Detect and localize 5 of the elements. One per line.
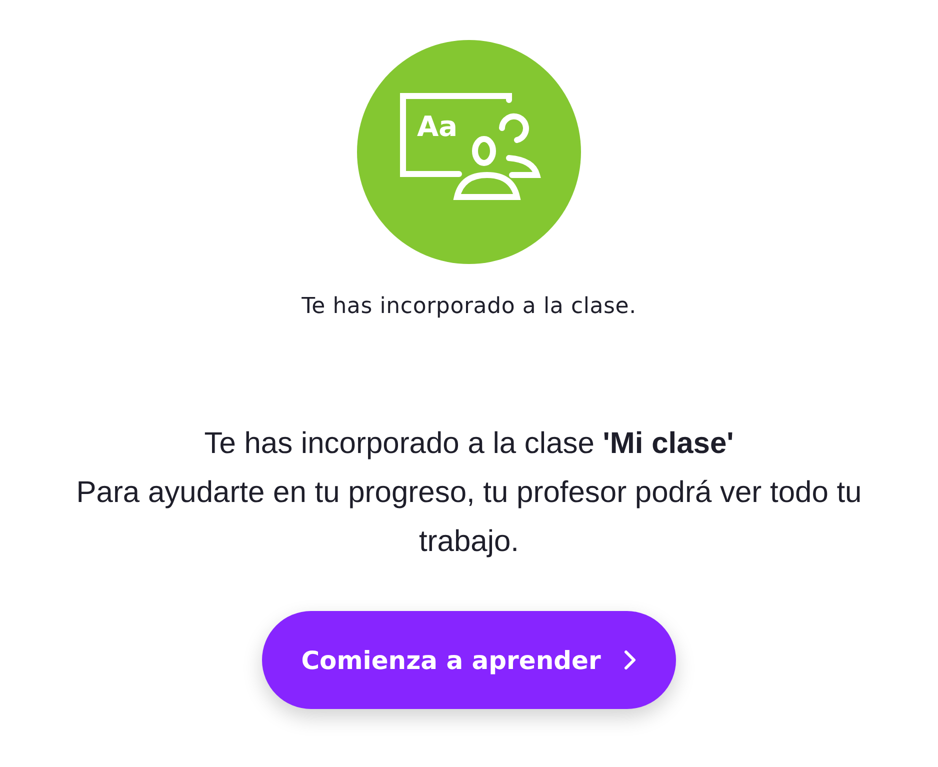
chevron-right-icon [622, 649, 637, 671]
start-learning-button[interactable]: Comienza a aprender [262, 611, 676, 709]
classroom-badge-icon: Aa [357, 40, 581, 264]
join-confirmation-text: Te has incorporado a la clase. [302, 294, 636, 319]
join-message: Te has incorporado a la clase 'Mi clase' Para ayudarte en tu progreso, tu profesor podrá ver todo tu trabajo. [75, 426, 863, 560]
